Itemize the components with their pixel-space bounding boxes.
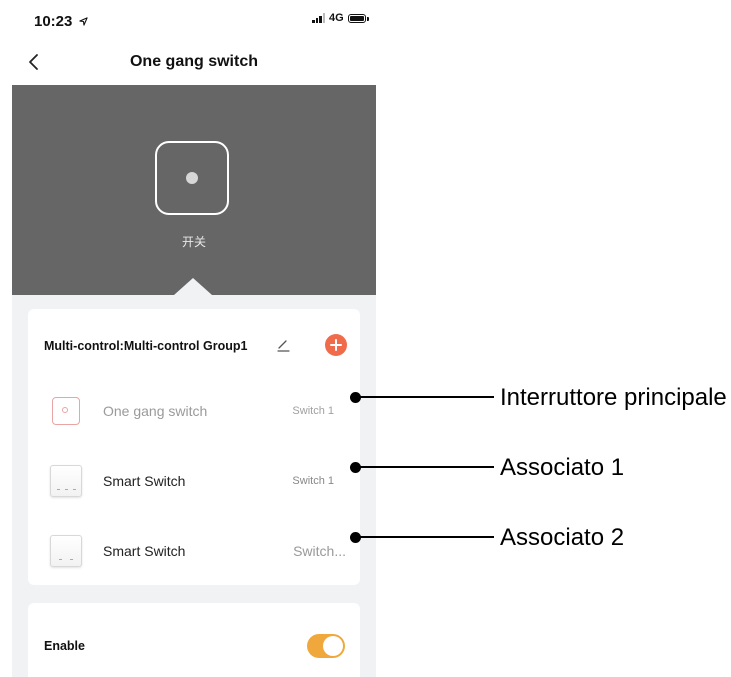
status-indicators: 4G [312, 12, 369, 24]
callout-line-associate-1 [356, 466, 494, 468]
callout-line-main [356, 396, 494, 398]
device-switch: Switch... [293, 543, 346, 559]
device-name: Smart Switch [103, 473, 186, 489]
switch-indicator-dot [186, 172, 198, 184]
device-name: One gang switch [103, 403, 208, 419]
network-type: 4G [329, 12, 344, 24]
battery-icon [347, 13, 369, 23]
edit-group-button[interactable] [276, 337, 290, 353]
cellular-signal-icon [312, 13, 325, 23]
enable-toggle[interactable] [307, 634, 345, 658]
callout-label-main: Interruttore principale [500, 384, 727, 411]
device-switch: Switch 1 [292, 475, 334, 487]
switch-label: 开关 [181, 235, 206, 249]
status-time-text: 10:23 [34, 13, 73, 30]
toggle-knob [323, 636, 343, 656]
callout-label-associate-2: Associato 2 [500, 524, 625, 551]
smart-switch-icon [50, 465, 82, 497]
page-title: One gang switch [129, 53, 258, 70]
device-row-associate-1[interactable]: Smart Switch Switch 1 [28, 461, 360, 501]
device-name: Smart Switch [103, 543, 186, 559]
multi-control-card: Multi-control:Multi-control Group1 One g… [28, 309, 360, 585]
switch-toggle-button[interactable] [155, 141, 229, 215]
status-time: 10:23 [34, 13, 88, 30]
phone-screen: 10:23 4G One gang switch 开关 Multi-contro… [12, 0, 376, 677]
smart-switch-icon [50, 535, 82, 567]
panel-pointer [174, 278, 212, 295]
device-row-main[interactable]: One gang switch Switch 1 [28, 391, 360, 431]
one-gang-switch-icon [52, 397, 80, 425]
callout-label-associate-1: Associato 1 [500, 454, 625, 481]
device-switch: Switch 1 [292, 405, 334, 417]
enable-card: Enable [28, 603, 360, 677]
group-title: Multi-control:Multi-control Group1 [44, 339, 248, 353]
content-area: Multi-control:Multi-control Group1 One g… [12, 295, 376, 677]
enable-label: Enable [44, 639, 85, 653]
pencil-icon [277, 340, 290, 352]
callout-line-associate-2 [356, 536, 494, 538]
location-arrow-icon [78, 17, 88, 26]
add-device-button[interactable] [325, 334, 347, 356]
device-row-associate-2[interactable]: Smart Switch Switch... [28, 531, 360, 571]
switch-hero-panel: 开关 [12, 85, 376, 295]
